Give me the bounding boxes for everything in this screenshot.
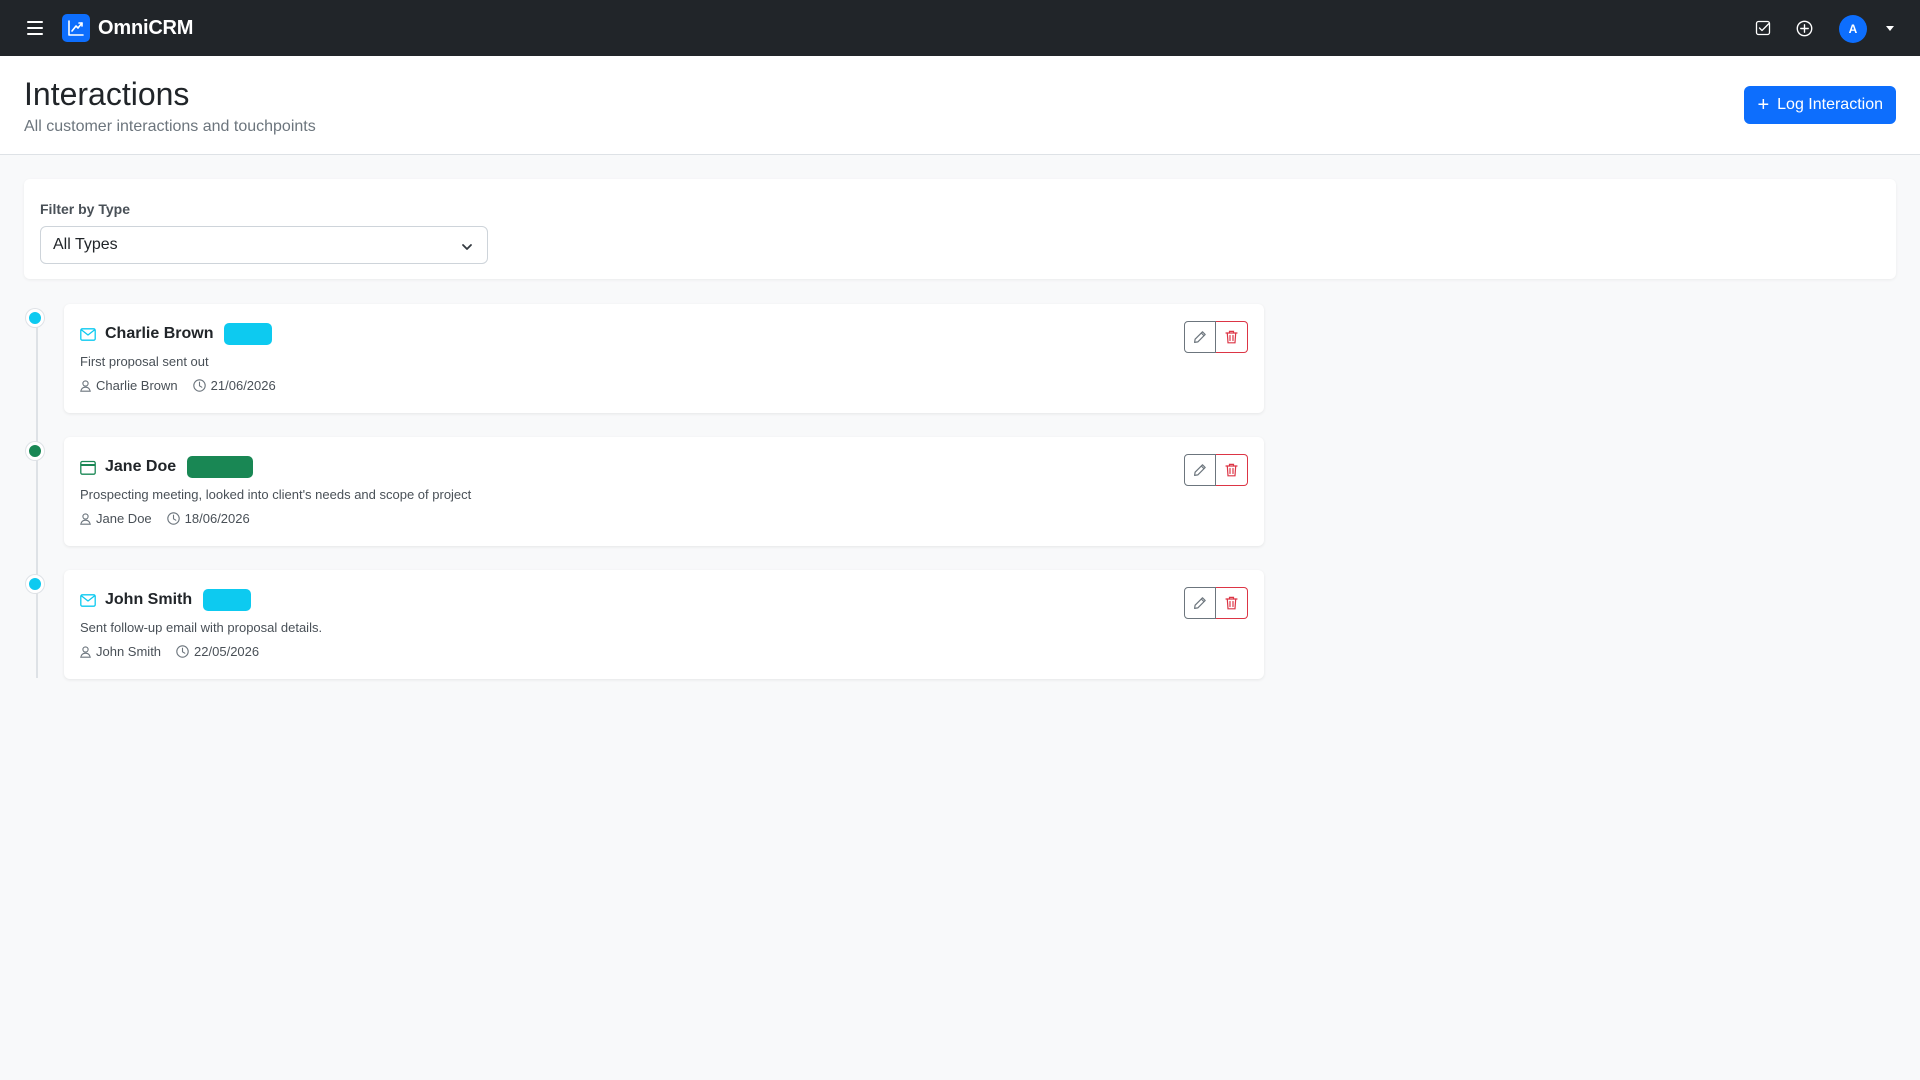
user-avatar[interactable]: A [1839,15,1867,43]
clock-icon [176,645,189,658]
person-icon [80,645,91,658]
add-circle-icon[interactable] [1794,18,1814,38]
interaction-date: 18/06/2026 [184,511,250,526]
hamburger-menu-icon[interactable] [26,19,44,37]
clock-icon [166,512,180,525]
timeline-dot [26,442,44,460]
interaction-date: 22/05/2026 [194,644,260,659]
interaction-date: 21/06/2026 [210,378,276,393]
date-meta: 18/06/2026 [166,511,250,526]
envelope-icon [80,592,96,608]
top-navbar: OmniCRM A [0,0,1920,56]
contact-meta: Jane Doe [80,511,152,526]
type-filter-value: All Types [53,236,118,253]
chevron-down-icon [461,240,473,258]
timeline-line [36,312,38,678]
timeline-dot [26,575,44,593]
type-filter-select[interactable]: All Types [40,226,488,264]
interaction-description: Sent follow-up email with proposal detai… [80,620,323,635]
log-interaction-button[interactable]: + Log Interaction [1744,86,1896,124]
edit-button[interactable] [1184,454,1216,486]
edit-button[interactable] [1184,587,1216,619]
envelope-icon [80,326,96,342]
page-header: Interactions All customer interactions a… [0,56,1920,155]
person-icon [80,379,91,392]
trash-icon [1225,596,1238,610]
page-subtitle: All customer interactions and touchpoint… [24,118,316,135]
page-title: Interactions [24,76,190,112]
tasks-check-icon[interactable] [1753,18,1773,38]
trash-icon [1225,330,1238,344]
interaction-description: First proposal sent out [80,354,209,369]
interaction-card: John Smith Sent follow-up email with pro… [64,570,1264,679]
interaction-description: Prospecting meeting, looked into client'… [80,487,472,502]
type-badge [187,456,254,478]
contact-name: Charlie Brown [96,378,178,393]
interaction-card: Jane Doe Prospecting meeting, looked int… [64,437,1264,546]
pencil-icon [1194,464,1206,476]
contact-name: John Smith [96,644,162,659]
pencil-icon [1194,597,1206,609]
delete-button[interactable] [1216,454,1248,486]
calendar-icon [80,459,96,475]
contact-meta: Charlie Brown [80,378,178,393]
delete-button[interactable] [1216,587,1248,619]
timeline-dot [26,309,44,327]
clock-icon [192,379,206,392]
date-meta: 21/06/2026 [192,378,276,393]
interaction-card: Charlie Brown First proposal sent out Ch… [64,304,1264,413]
type-badge [203,589,252,611]
brand-link[interactable]: OmniCRM [62,14,193,42]
trash-icon [1225,463,1238,477]
chart-line-icon [62,14,90,42]
edit-button[interactable] [1184,321,1216,353]
user-menu-caret-icon[interactable] [1886,26,1894,31]
plus-icon: + [1757,94,1770,116]
date-meta: 22/05/2026 [176,644,259,659]
log-interaction-label: Log Interaction [1777,96,1883,113]
person-icon [80,512,91,525]
interaction-name: Jane Doe [105,458,177,475]
filter-card: Filter by Type All Types [24,179,1896,279]
contact-name: Jane Doe [96,511,152,526]
interaction-name: Charlie Brown [105,325,214,342]
pencil-icon [1194,331,1206,343]
delete-button[interactable] [1216,321,1248,353]
interaction-name: John Smith [105,591,193,608]
type-badge [224,323,273,345]
contact-meta: John Smith [80,644,161,659]
brand-name: OmniCRM [98,16,194,39]
filter-label: Filter by Type [40,201,130,217]
